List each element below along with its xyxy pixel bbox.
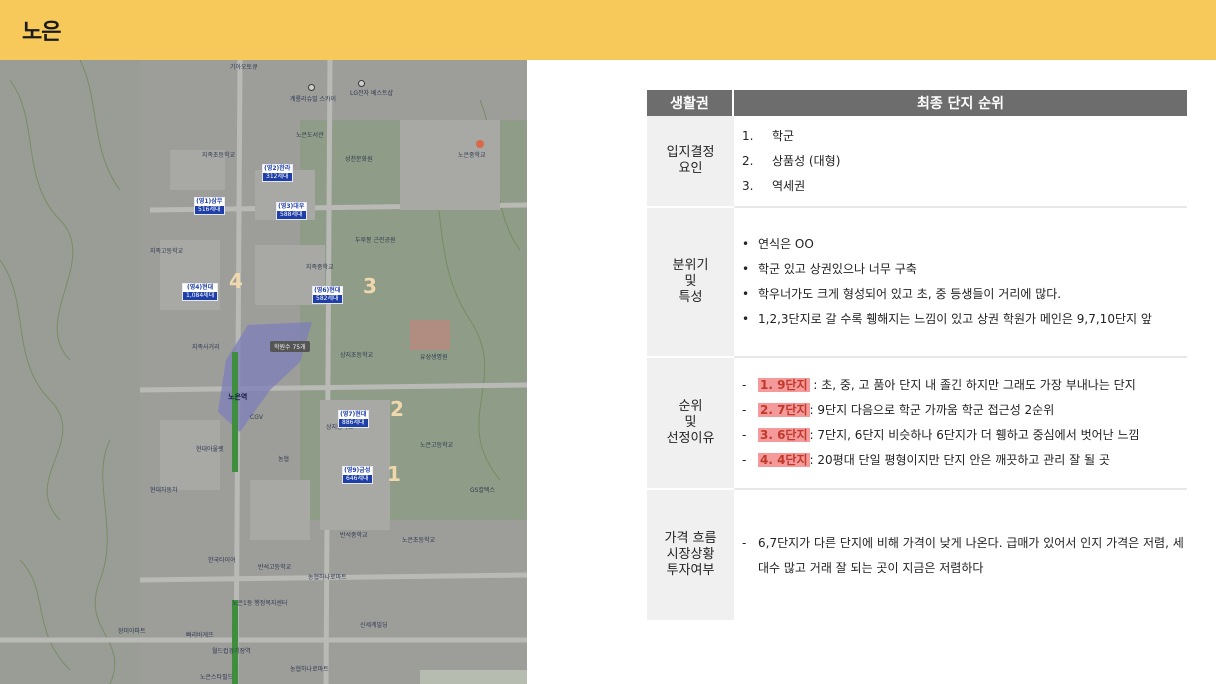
poi-marker [308, 84, 315, 91]
row-content: • 연식은 OO • 학군 있고 상권있으나 너무 구축 • 학우너가도 크게 형성되… [734, 208, 1187, 358]
station-label: 노은역 [228, 393, 248, 401]
rank-highlight: 2. 7단지 [758, 403, 810, 417]
list-item: -6,7단지가 다른 단지에 비해 가격이 낮게 나온다. 급매가 있어서 인지… [742, 536, 1184, 575]
map-label: LG전자 베스트샵 [350, 90, 394, 97]
complex-households: 646세대 [346, 475, 369, 482]
table-row: 순위 및 선정이유 -1. 9단지 : 초, 중, 고 품아 단지 내 졸긴 하… [647, 358, 1187, 490]
complex-tag[interactable]: (영7)현대 886세대 [338, 410, 369, 428]
map-label: 노은초등학교 [402, 537, 436, 544]
complex-name: (영3)대우 [277, 203, 306, 211]
row-category: 입지결정 요인 [647, 116, 734, 208]
complex-households: 312세대 [266, 173, 289, 180]
map-label: 농협하나로마트 [308, 574, 347, 581]
area-map: 기아오토큐 계룡리슈빌 스카이 LG전자 베스트샵 노은도서관 지족초등학교 성… [0, 60, 527, 684]
rank-number: 3 [363, 274, 377, 298]
page-title: 노은 [22, 20, 61, 45]
complex-tag[interactable]: (영4)현대 1,084세대 [182, 283, 219, 301]
map-label: 기아오토큐 [230, 64, 258, 71]
map-label: 현대아울렛 [196, 446, 224, 453]
list-item: -3. 6단지: 7단지, 6단지 비슷하나 6단지가 더 휑하고 중심에서 벗… [742, 428, 1140, 442]
map-label: 장미아파트 [118, 628, 146, 635]
complex-name: (영4)현대 [183, 284, 218, 292]
list-item: • 연식은 OO [742, 237, 814, 251]
complex-tag[interactable]: (영3)대우 588세대 [276, 202, 307, 220]
map-label: 성천문화원 [345, 156, 373, 163]
row-content: -6,7단지가 다른 단지에 비해 가격이 낮게 나온다. 급매가 있어서 인지… [734, 490, 1187, 622]
complex-households: 588세대 [280, 211, 303, 218]
ranking-table: 생활권 최종 단지 순위 입지결정 요인 1. 학군 2. 상품성 (대형) 3. 역… [647, 90, 1187, 622]
rank-highlight: 1. 9단지 [758, 378, 810, 392]
map-label: 지족사거리 [192, 344, 220, 351]
poi-marker [476, 140, 484, 148]
map-label: CGV [250, 414, 263, 421]
complex-tag[interactable]: (영6)현대 582세대 [312, 286, 343, 304]
map-label: 지족중학교 [306, 264, 334, 271]
complex-name: (영1)삼무 [195, 198, 224, 206]
list-item: • 학우너가도 크게 형성되어 있고 초, 중 등생들이 거리에 많다. [742, 287, 1062, 301]
table-row: 입지결정 요인 1. 학군 2. 상품성 (대형) 3. 역세권 [647, 116, 1187, 208]
map-label: 노은스타필드 [200, 674, 234, 681]
complex-name: (영2)한라 [263, 165, 292, 173]
row-category: 순위 및 선정이유 [647, 358, 734, 490]
map-label: 노은고등학교 [420, 442, 454, 449]
map-label: 지족초등학교 [202, 152, 236, 159]
map-label: 농협하나로마트 [290, 666, 329, 673]
map-label: 현대자동차 [150, 487, 178, 494]
rank-highlight: 4. 4단지 [758, 453, 810, 467]
map-label: 노은1동 행정복지센터 [232, 600, 288, 607]
map-label: 한국타이어 [208, 557, 236, 564]
complex-name: (영7)현대 [339, 411, 368, 419]
complex-households: 1,084세대 [186, 292, 215, 299]
row-content: 1. 학군 2. 상품성 (대형) 3. 역세권 [734, 116, 1187, 208]
complex-households: 886세대 [342, 419, 365, 426]
table-header-area: 생활권 [647, 90, 734, 116]
complex-households: 582세대 [316, 295, 339, 302]
complex-tag[interactable]: (영2)한라 312세대 [262, 164, 293, 182]
row-category: 가격 흐름 시장상황 투자여부 [647, 490, 734, 622]
title-bar: 노은 [0, 0, 1216, 60]
map-label: 노은중학교 [458, 152, 486, 159]
complex-name: (영9)금성 [343, 467, 372, 475]
table-header-ranking: 최종 단지 순위 [734, 90, 1187, 116]
map-label: 신세계빌딩 [360, 622, 388, 629]
list-item: -2. 7단지: 9단지 다음으로 학군 가까움 학군 접근성 2순위 [742, 403, 1055, 417]
list-item: 3. 역세권 [742, 178, 806, 193]
poi-marker [358, 80, 365, 87]
map-label: 월드컵경기장역 [212, 648, 251, 655]
map-label: 빠리바게뜨 [186, 632, 214, 639]
list-item: • 학군 있고 상권있으나 너무 구축 [742, 262, 917, 276]
list-item: -1. 9단지 : 초, 중, 고 품아 단지 내 졸긴 하지만 그래도 가장 … [742, 378, 1136, 392]
table-row: 가격 흐름 시장상황 투자여부 -6,7단지가 다른 단지에 비해 가격이 낮게… [647, 490, 1187, 622]
complex-households: 516세대 [198, 206, 221, 213]
list-item: -4. 4단지: 20평대 단일 평형이지만 단지 안은 깨끗하고 관리 잘 될… [742, 453, 1110, 467]
rank-highlight: 3. 6단지 [758, 428, 810, 442]
list-item: 1. 학군 [742, 128, 795, 143]
complex-tag[interactable]: (영1)삼무 516세대 [194, 197, 225, 215]
list-item: • 1,2,3단지로 갈 수록 휑해지는 느낌이 있고 상권 학원가 메인은 9,… [742, 312, 1152, 326]
rank-number: 1 [387, 462, 401, 486]
map-background [0, 60, 527, 684]
map-label: 노은도서관 [296, 132, 324, 139]
map-label: 유성생명원 [420, 354, 448, 361]
row-content: -1. 9단지 : 초, 중, 고 품아 단지 내 졸긴 하지만 그래도 가장 … [734, 358, 1187, 490]
map-label: 계룡리슈빌 스카이 [290, 96, 337, 103]
list-item: 2. 상품성 (대형) [742, 153, 841, 168]
academy-count-label: 학원수 75개 [270, 341, 310, 352]
map-label: 반석고등학교 [258, 564, 292, 571]
map-label: 농협 [278, 456, 290, 463]
rank-number: 2 [390, 397, 404, 421]
map-label: 반석중학교 [340, 532, 368, 539]
table-row: 분위기 및 특성 • 연식은 OO • 학군 있고 상권있으나 너무 구축 • 학우너… [647, 208, 1187, 358]
row-category: 분위기 및 특성 [647, 208, 734, 358]
complex-tag[interactable]: (영9)금성 646세대 [342, 466, 373, 484]
map-label: 상지초등학교 [340, 352, 374, 359]
complex-name: (영6)현대 [313, 287, 342, 295]
map-label: 두루봉 근린공원 [355, 237, 396, 244]
map-label: GS칼텍스 [470, 487, 496, 494]
rank-number: 4 [229, 269, 243, 293]
map-label: 지족고등학교 [150, 248, 184, 255]
